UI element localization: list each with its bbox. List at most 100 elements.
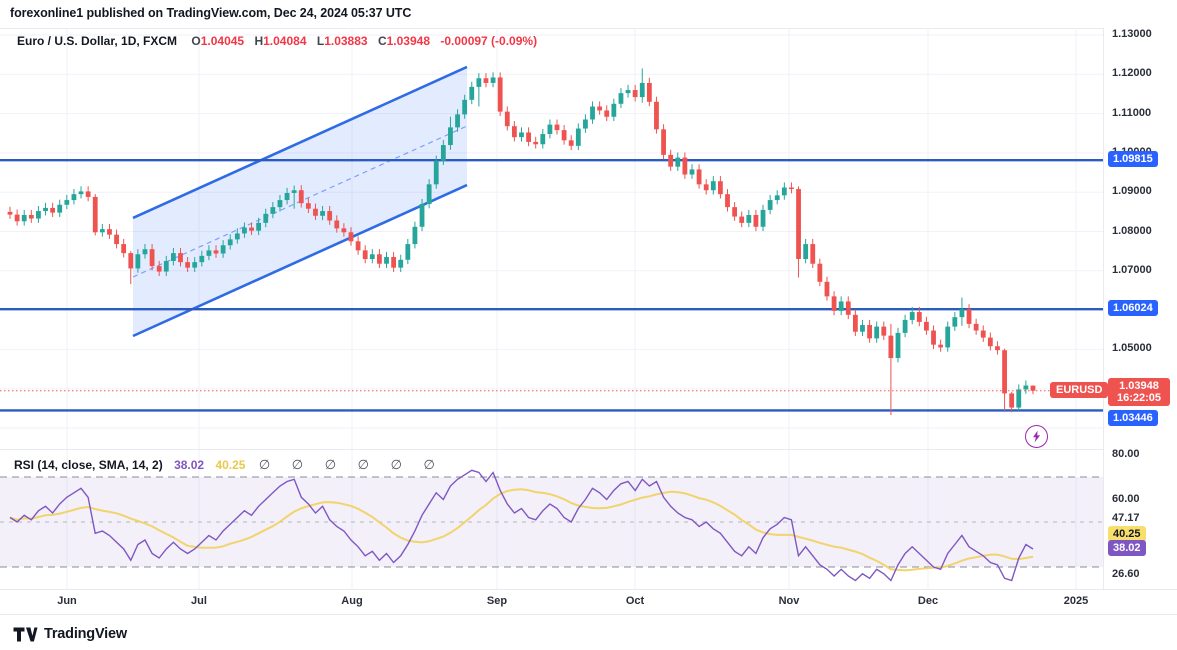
time-axis-label[interactable]: Oct xyxy=(626,595,644,607)
candle-body xyxy=(363,250,368,259)
candle-body xyxy=(931,331,936,345)
candle-body xyxy=(150,249,155,266)
symbol-price-tag: EURUSD xyxy=(1050,382,1108,398)
time-axis-label[interactable]: Nov xyxy=(779,595,800,607)
candle-body xyxy=(1023,386,1028,390)
candle-body xyxy=(668,155,673,167)
candle-body xyxy=(924,322,929,331)
candle-body xyxy=(810,244,815,264)
candle-body xyxy=(697,169,702,184)
candle-body xyxy=(263,214,268,223)
symbol-legend: Euro / U.S. Dollar, 1D, FXCM O1.04045 H1… xyxy=(17,34,537,48)
candle-body xyxy=(633,90,638,97)
symbol-title[interactable]: Euro / U.S. Dollar, 1D, FXCM xyxy=(17,34,177,48)
time-axis-label[interactable]: Jun xyxy=(57,595,77,607)
candle-body xyxy=(526,132,531,141)
candle-body xyxy=(1002,350,1007,393)
candle-body xyxy=(299,190,304,203)
candle-body xyxy=(619,93,624,104)
candle-body xyxy=(100,229,105,232)
candle-body xyxy=(754,215,759,227)
rsi-axis-tick: 60.00 xyxy=(1112,493,1140,505)
candle-body xyxy=(420,204,425,227)
rsi-axis-tick: 26.60 xyxy=(1112,568,1140,580)
candle-body xyxy=(853,315,858,332)
bar-countdown: 16:22:05 xyxy=(1110,392,1168,404)
candle-body xyxy=(952,317,957,326)
candle-body xyxy=(981,331,986,338)
candle-body xyxy=(15,215,20,222)
tradingview-logo[interactable]: TradingView xyxy=(13,623,127,645)
candle-body xyxy=(164,261,169,272)
candle-body xyxy=(888,336,893,358)
candle-body xyxy=(903,320,908,333)
candle-body xyxy=(398,260,403,268)
candle-body xyxy=(292,190,297,193)
candle-body xyxy=(647,83,652,102)
candle-body xyxy=(221,245,226,253)
candle-body xyxy=(867,325,872,338)
time-axis-label[interactable]: Aug xyxy=(341,595,362,607)
candle-body xyxy=(832,296,837,311)
candle-body xyxy=(377,254,382,263)
candle-body xyxy=(1009,393,1014,407)
flash-action-button[interactable] xyxy=(1025,425,1048,448)
rsi-title[interactable]: RSI (14, close, SMA, 14, 2) xyxy=(14,458,163,472)
symbol-price-tag-text: EURUSD xyxy=(1056,384,1102,396)
tradingview-logo-icon xyxy=(13,626,38,643)
candle-body xyxy=(43,208,48,211)
candle-body xyxy=(789,187,794,189)
candle-body xyxy=(512,126,517,137)
candle-body xyxy=(29,215,34,219)
candle-body xyxy=(661,129,666,155)
candle-body xyxy=(768,200,773,210)
candle-body xyxy=(839,301,844,310)
candle-body xyxy=(988,338,993,347)
pane-separator[interactable] xyxy=(0,449,1177,450)
price-axis-tick: 1.07000 xyxy=(1112,264,1152,276)
candle-body xyxy=(249,228,254,231)
candle-body xyxy=(739,217,744,223)
candle-body xyxy=(640,83,645,97)
candle-body xyxy=(569,140,574,146)
rsi-axis-tick: 47.17 xyxy=(1112,512,1140,524)
candle-body xyxy=(462,100,467,115)
change-value: -0.00097 (-0.09%) xyxy=(440,34,537,48)
time-axis-label[interactable]: 2025 xyxy=(1064,595,1088,607)
candle-body xyxy=(476,78,481,87)
candle-body xyxy=(725,194,730,207)
price-axis-tick: 1.12000 xyxy=(1112,67,1152,79)
candle-body xyxy=(846,301,851,314)
time-axis-label[interactable]: Sep xyxy=(487,595,507,607)
level-price-label: 1.06024 xyxy=(1108,300,1158,316)
candle-body xyxy=(576,129,581,146)
candle-body xyxy=(341,228,346,232)
candle-body xyxy=(370,254,375,259)
rsi-axis-tick: 80.00 xyxy=(1112,448,1140,460)
candle-body xyxy=(448,127,453,145)
candle-body xyxy=(143,249,148,254)
rsi-value-label: 38.02 xyxy=(1108,540,1146,556)
time-axis-label[interactable]: Dec xyxy=(918,595,938,607)
time-axis-label[interactable]: Jul xyxy=(191,595,207,607)
candle-body xyxy=(519,132,524,137)
candle-body xyxy=(72,194,77,200)
candle-body xyxy=(171,253,176,261)
candle-body xyxy=(533,142,538,144)
candle-body xyxy=(803,244,808,259)
candle-body xyxy=(278,200,283,207)
candle-body xyxy=(775,195,780,200)
candle-body xyxy=(491,77,496,83)
candle-body xyxy=(413,227,418,244)
candle-body xyxy=(270,207,275,214)
candle-body xyxy=(441,145,446,161)
candle-body xyxy=(1016,389,1021,407)
candle-body xyxy=(207,250,212,256)
lightning-icon xyxy=(1030,430,1043,443)
price-axis[interactable]: 1.130001.120001.110001.100001.090001.080… xyxy=(1103,28,1177,612)
candle-body xyxy=(178,253,183,262)
price-chart-canvas[interactable] xyxy=(0,28,1103,449)
time-axis[interactable]: Jun Jul Aug Sep Oct Nov Dec 2025 xyxy=(0,589,1177,615)
candle-body xyxy=(36,211,41,218)
candle-body xyxy=(313,209,318,216)
